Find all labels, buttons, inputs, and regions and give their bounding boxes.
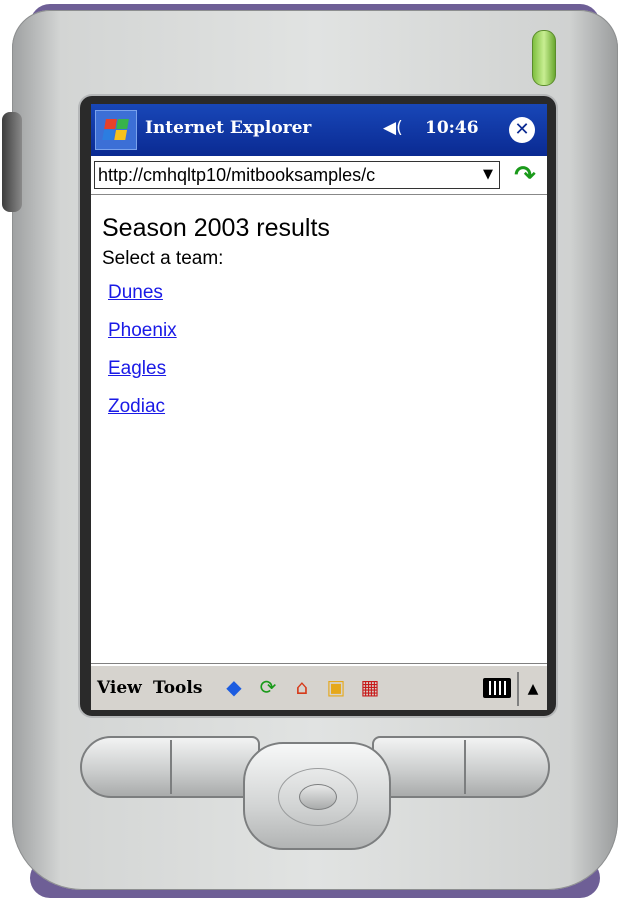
input-panel-toggle[interactable]: ▲	[517, 672, 547, 706]
screen: Internet Explorer ◀︎( 10:46 ✕ http://cmh…	[91, 104, 547, 710]
clock[interactable]: 10:46	[425, 118, 479, 138]
speaker-icon[interactable]: ◀︎(	[383, 118, 403, 138]
menu-tools[interactable]: Tools	[153, 678, 202, 698]
hardware-button-right[interactable]	[372, 736, 550, 798]
windows-flag-icon[interactable]	[95, 110, 137, 150]
show-pictures-icon[interactable]: ▦	[357, 674, 383, 700]
page-content: Season 2003 results Select a team: Dunes…	[91, 196, 547, 656]
go-arrow-icon[interactable]: ↷	[509, 161, 541, 191]
team-link-phoenix[interactable]: Phoenix	[108, 320, 177, 342]
title-bar: Internet Explorer ◀︎( 10:46 ✕	[91, 104, 547, 156]
home-icon[interactable]: ⌂	[289, 674, 315, 700]
refresh-icon[interactable]: ⟳	[255, 674, 281, 700]
url-input[interactable]: http://cmhqltp10/mitbooksamples/c	[94, 161, 500, 189]
menu-view[interactable]: View	[97, 678, 142, 698]
navigation-pad-center[interactable]	[299, 784, 337, 810]
side-button[interactable]	[2, 112, 22, 212]
app-title: Internet Explorer	[145, 118, 312, 138]
keyboard-icon[interactable]	[483, 678, 511, 698]
hardware-button-divider	[464, 740, 466, 794]
url-dropdown-icon[interactable]: ▼	[479, 163, 497, 187]
page-heading: Season 2003 results	[102, 214, 330, 242]
team-link-zodiac[interactable]: Zodiac	[108, 396, 165, 418]
flag-glyph	[102, 119, 130, 141]
team-prompt: Select a team:	[102, 248, 224, 269]
close-icon[interactable]: ✕	[509, 117, 535, 143]
back-icon[interactable]: ◆	[221, 674, 247, 700]
favorites-icon[interactable]: ▣	[323, 674, 349, 700]
address-bar: http://cmhqltp10/mitbooksamples/c ▼ ↷	[91, 158, 547, 195]
stylus-icon[interactable]	[532, 30, 556, 86]
hardware-button-divider	[170, 740, 172, 794]
command-bar: View Tools ◆ ⟳ ⌂ ▣ ▦ ▲	[91, 664, 547, 710]
team-link-dunes[interactable]: Dunes	[108, 282, 163, 304]
team-link-eagles[interactable]: Eagles	[108, 358, 166, 380]
